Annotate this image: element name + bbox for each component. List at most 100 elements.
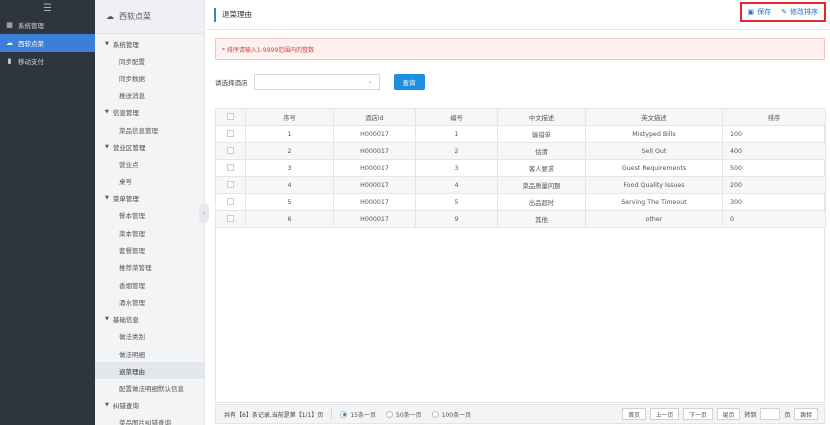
main-content: 退菜理由 ▣ 保存 ✎ 修改排序 * 排序请输入1-9999范围内的整数 请选择… xyxy=(206,0,830,425)
cell-hotel-id: H000017 xyxy=(333,193,416,211)
tip-banner: * 排序请输入1-9999范围内的整数 xyxy=(215,38,825,60)
next-page-button[interactable]: 下一页 xyxy=(683,408,713,420)
menu-group-label: 信息管理 xyxy=(112,109,139,118)
sidebar-item-label: 移动支付 xyxy=(18,58,44,66)
cell-code: 3 xyxy=(415,159,498,177)
sidebar-item-label: 系统管理 xyxy=(18,22,44,30)
cell-sort: 200 xyxy=(722,176,826,194)
row-checkbox[interactable] xyxy=(215,159,246,177)
row-checkbox[interactable] xyxy=(215,142,246,160)
first-page-button[interactable]: 首页 xyxy=(622,408,646,420)
caret-down-icon: ▼ xyxy=(105,109,109,116)
cell-hotel-id: H000017 xyxy=(333,125,416,143)
save-button[interactable]: ▣ 保存 xyxy=(748,7,772,17)
menu-item[interactable]: 推送消息 xyxy=(95,87,204,104)
menu-list: ▼ 系统管理 同步配置 同步数据 推送消息 ▼ 信息管理 菜品信息管理 ▼ 营业区管理 营业点 桌号 ▼… xyxy=(95,34,204,425)
menu-header-title: 西软点菜 xyxy=(119,12,151,21)
menu-item[interactable]: 退菜理由 xyxy=(95,362,204,380)
caret-down-icon: ▼ xyxy=(105,316,109,323)
menu-group[interactable]: ▼ 系统管理 xyxy=(95,35,204,52)
menu-item[interactable]: 酒水管理 xyxy=(95,293,204,310)
table-header-row: 序号 酒店id 编号 中文描述 英文描述 排序 xyxy=(215,108,826,126)
cell-sort: 400 xyxy=(722,142,826,160)
page-size-label: 50条一页 xyxy=(396,411,422,419)
goto-page-input[interactable] xyxy=(760,408,781,420)
sidebar-item-1[interactable]: ☁ 西软点菜 xyxy=(0,34,95,52)
caret-down-icon: ▼ xyxy=(105,143,109,150)
cell-cn-desc: 菜品质量问题 xyxy=(497,176,586,194)
menu-item[interactable]: 做法明细 xyxy=(95,345,204,362)
menu-item[interactable]: 套餐管理 xyxy=(95,241,204,258)
menu-item[interactable]: 同步数据 xyxy=(95,69,204,86)
row-checkbox[interactable] xyxy=(215,210,246,228)
row-checkbox[interactable] xyxy=(215,125,246,143)
jump-button[interactable]: 跳转 xyxy=(794,408,818,420)
sidebar-item-0[interactable]: ▦ 系统管理 xyxy=(0,16,95,34)
hotel-select[interactable]: ⌄ xyxy=(253,74,380,90)
cell-sort: 100 xyxy=(722,125,826,143)
menu-item[interactable]: 做法类别 xyxy=(95,328,204,345)
menu-item[interactable]: 菜品图片纠错查询 xyxy=(95,414,204,425)
grid-icon: ▦ xyxy=(6,21,13,29)
table-row[interactable]: 4 H000017 4 菜品质量问题 Food Quality Issues 200 xyxy=(215,176,826,194)
cloud-icon: ☁ xyxy=(106,12,114,21)
prev-page-button[interactable]: 上一页 xyxy=(649,408,680,420)
cell-sort: 500 xyxy=(722,159,826,177)
hamburger-icon[interactable]: ☰ xyxy=(0,0,95,16)
cell-cn-desc: 其他 xyxy=(497,210,586,228)
cell-cn-desc: 输错单 xyxy=(497,125,586,143)
last-page-button[interactable]: 尾页 xyxy=(716,408,741,420)
cell-cn-desc: 客人要求 xyxy=(497,159,586,177)
table-row[interactable]: 5 H000017 5 出品超时 Serving The Timeout 300 xyxy=(215,193,826,211)
menu-group[interactable]: ▼ 信息管理 xyxy=(95,104,204,121)
menu-group[interactable]: ▼ 基础信息 xyxy=(95,311,204,328)
row-checkbox[interactable] xyxy=(215,193,246,211)
page-size-radio[interactable]: 50条一页 xyxy=(386,410,422,419)
query-button[interactable]: 查询 xyxy=(393,74,425,90)
sidebar-item-label: 西软点菜 xyxy=(18,40,44,48)
edit-sort-button[interactable]: ✎ 修改排序 xyxy=(781,7,818,17)
page-title: 退菜理由 xyxy=(214,8,252,22)
menu-group[interactable]: ▼ 纠错查询 xyxy=(95,397,204,414)
cell-index: 5 xyxy=(245,193,334,211)
menu-group[interactable]: ▼ 营业区管理 xyxy=(95,138,204,155)
cell-sort: 0 xyxy=(722,210,826,228)
sidebar-item-2[interactable]: ▮ 移动支付 xyxy=(0,52,95,70)
hotel-select-label: 请选择酒店 xyxy=(215,79,248,87)
menu-item[interactable]: 桌号 xyxy=(95,172,204,189)
save-icon: ▣ xyxy=(747,8,755,16)
cell-en-desc: Sell Out xyxy=(585,142,723,160)
action-toolbar: ▣ 保存 ✎ 修改排序 xyxy=(739,2,826,22)
menu-group[interactable]: ▼ 菜单管理 xyxy=(95,190,204,207)
table-row[interactable]: 3 H000017 3 客人要求 Guest Requirements 500 xyxy=(215,159,826,177)
filter-bar: 请选择酒店 ⌄ 查询 xyxy=(215,74,425,90)
menu-item[interactable]: 香烟管理 xyxy=(95,276,204,293)
menu-header[interactable]: ☁ 西软点菜 xyxy=(95,0,204,34)
record-summary: 共有【6】条记录,当前是第【1/1】页 xyxy=(224,411,324,419)
menu-item[interactable]: 同步配置 xyxy=(95,52,204,69)
cell-index: 1 xyxy=(245,125,334,143)
cell-en-desc: Serving The Timeout xyxy=(585,193,723,211)
cell-code: 2 xyxy=(415,142,498,160)
cell-en-desc: other xyxy=(585,210,723,228)
menu-item[interactable]: 营业点 xyxy=(95,155,204,172)
goto-label: 转到 xyxy=(744,411,757,419)
page-size-radio[interactable]: 100条一页 xyxy=(431,410,471,419)
cell-index: 6 xyxy=(245,210,334,228)
col-header-cn-desc: 中文描述 xyxy=(497,108,586,126)
menu-item[interactable]: 推荐菜管理 xyxy=(95,259,204,276)
row-checkbox[interactable] xyxy=(215,176,246,194)
menu-item[interactable]: 餐本管理 xyxy=(95,207,204,224)
table-row[interactable]: 1 H000017 1 输错单 Mistyped Bills 100 xyxy=(215,125,826,143)
page-size-radio[interactable]: 15条一页 xyxy=(340,410,376,419)
select-all-checkbox[interactable] xyxy=(215,108,246,126)
col-header-index: 序号 xyxy=(245,108,334,126)
pencil-icon: ✎ xyxy=(781,8,787,16)
table-row[interactable]: 2 H000017 2 估清 Sell Out 400 xyxy=(215,142,826,160)
cell-index: 3 xyxy=(245,159,334,177)
menu-item[interactable]: 菜本管理 xyxy=(95,224,204,241)
menu-item[interactable]: 配置做法明细默认信息 xyxy=(95,379,204,396)
menu-item[interactable]: 菜品信息管理 xyxy=(95,121,204,138)
table-row[interactable]: 6 H000017 9 其他 other 0 xyxy=(215,210,826,228)
edit-sort-label: 修改排序 xyxy=(790,8,818,16)
